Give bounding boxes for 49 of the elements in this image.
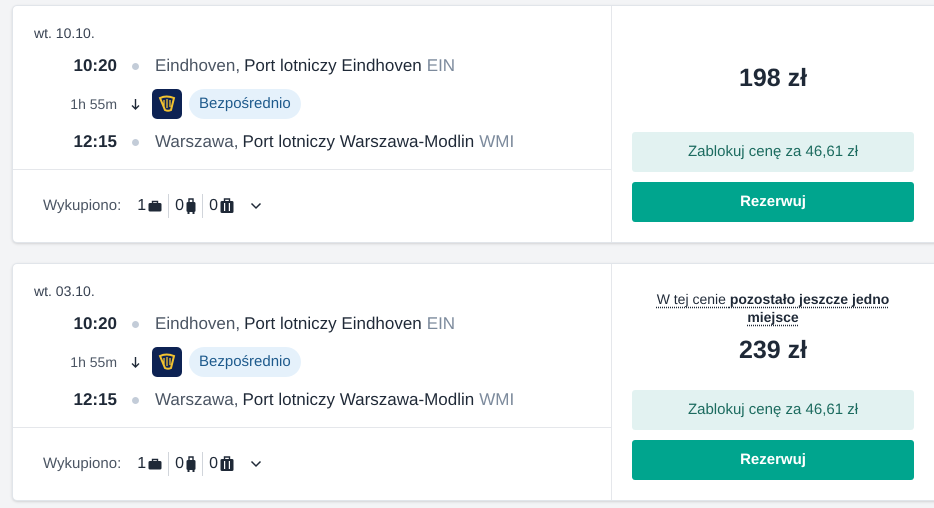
time: 10:20	[72, 55, 117, 78]
airport-code: WMI	[479, 389, 514, 412]
lock-price-button[interactable]: Zablokuj cenę za 46,61 zł	[632, 132, 914, 172]
suitcase-icon	[220, 198, 234, 214]
city: Warszawa,	[155, 131, 238, 154]
baggage-count: 0	[175, 454, 184, 474]
baggage-count: 0	[209, 196, 218, 216]
airport-name: Port lotniczy Warszawa-Modlin	[242, 131, 474, 154]
lock-price-button[interactable]: Zablokuj cenę za 46,61 zł	[632, 390, 914, 430]
baggage-count: 1	[137, 454, 146, 474]
direct-flight-badge: Bezpośrednio	[189, 347, 301, 377]
time: 12:15	[72, 389, 117, 412]
trolley-icon	[186, 198, 196, 214]
flight-date: wt. 10.10.	[34, 24, 96, 43]
bag-icon	[148, 458, 162, 470]
airport-code: EIN	[426, 313, 456, 336]
flight-date: wt. 03.10.	[34, 282, 96, 301]
harp-logo-icon	[152, 89, 182, 119]
baggage-count: 0	[209, 454, 218, 474]
price: 198 zł	[738, 63, 808, 94]
flight-duration: 1h 55m	[69, 94, 117, 114]
direct-flight-badge: Bezpośrednio	[189, 89, 301, 119]
baggage-count: 0	[175, 196, 184, 216]
city: Eindhoven,	[155, 313, 240, 336]
harp-logo-icon	[152, 347, 182, 377]
city: Eindhoven,	[155, 55, 240, 78]
airport-code: EIN	[426, 55, 456, 78]
city: Warszawa,	[155, 389, 238, 412]
baggage-label: Wykupiono:	[43, 196, 122, 216]
airport-name: Port lotniczy Eindhoven	[244, 55, 422, 78]
trolley-icon	[186, 456, 196, 472]
book-button[interactable]: Rezerwuj	[632, 440, 914, 480]
airport-code: WMI	[479, 131, 514, 154]
price: 239 zł	[738, 335, 808, 366]
down-arrow-icon	[131, 356, 140, 368]
expand-chevron-icon[interactable]	[250, 202, 262, 210]
time: 10:20	[72, 313, 117, 336]
down-arrow-icon	[131, 98, 140, 110]
airport-name: Port lotniczy Eindhoven	[244, 313, 422, 336]
baggage-label: Wykupiono:	[43, 454, 122, 474]
book-button[interactable]: Rezerwuj	[632, 182, 914, 222]
flight-duration: 1h 55m	[69, 352, 117, 372]
expand-chevron-icon[interactable]	[250, 460, 262, 468]
time: 12:15	[72, 131, 117, 154]
suitcase-icon	[220, 456, 234, 472]
bag-icon	[148, 200, 162, 212]
baggage-count: 1	[137, 196, 146, 216]
airport-name: Port lotniczy Warszawa-Modlin	[242, 389, 474, 412]
seats-left-notice: W tej cenie pozostało jeszcze jedno miejsce	[656, 290, 890, 326]
